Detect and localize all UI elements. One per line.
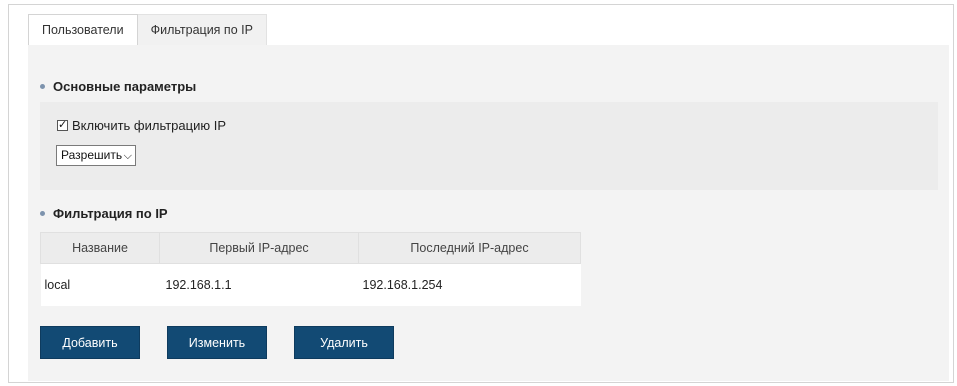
basic-section-title: Основные параметры — [40, 79, 196, 94]
table-header-row: Название Первый IP-адрес Последний IP-ад… — [40, 232, 581, 264]
basic-section-label: Основные параметры — [53, 79, 197, 94]
tab-panel: Основные параметры Включить фильтрацию I… — [28, 45, 949, 381]
tab-users[interactable]: Пользователи — [28, 14, 138, 45]
column-header-first-ip: Первый IP-адрес — [159, 232, 359, 264]
filter-section-label: Фильтрация по IP — [53, 206, 168, 221]
column-header-last-ip: Последний IP-адрес — [358, 232, 581, 264]
filter-mode-value: Разрешить — [61, 148, 123, 162]
ip-filter-table: Название Первый IP-адрес Последний IP-ад… — [40, 232, 581, 306]
tab-ip-filter[interactable]: Фильтрация по IP — [137, 14, 267, 45]
basic-settings-box: Включить фильтрацию IP Разрешить ⌵ — [40, 102, 938, 190]
cell-first-ip: 192.168.1.1 — [159, 263, 359, 306]
enable-filter-row: Включить фильтрацию IP — [57, 118, 226, 133]
filter-mode-select[interactable]: Разрешить ⌵ — [56, 145, 136, 166]
bullet-icon — [40, 84, 45, 90]
tab-bar: Пользователи Фильтрация по IP — [28, 14, 267, 45]
cell-last-ip: 192.168.1.254 — [358, 263, 581, 306]
cell-name: local — [40, 263, 160, 306]
enable-filter-label: Включить фильтрацию IP — [72, 118, 226, 133]
table-row[interactable]: local 192.168.1.1 192.168.1.254 — [40, 263, 581, 306]
enable-filter-checkbox[interactable] — [57, 118, 68, 131]
edit-button[interactable]: Изменить — [167, 326, 267, 359]
filter-section-title: Фильтрация по IP — [40, 206, 168, 221]
add-button[interactable]: Добавить — [40, 326, 140, 359]
column-header-name: Название — [40, 232, 160, 264]
delete-button[interactable]: Удалить — [294, 326, 394, 359]
chevron-down-icon: ⌵ — [123, 149, 132, 162]
bullet-icon — [40, 211, 45, 217]
